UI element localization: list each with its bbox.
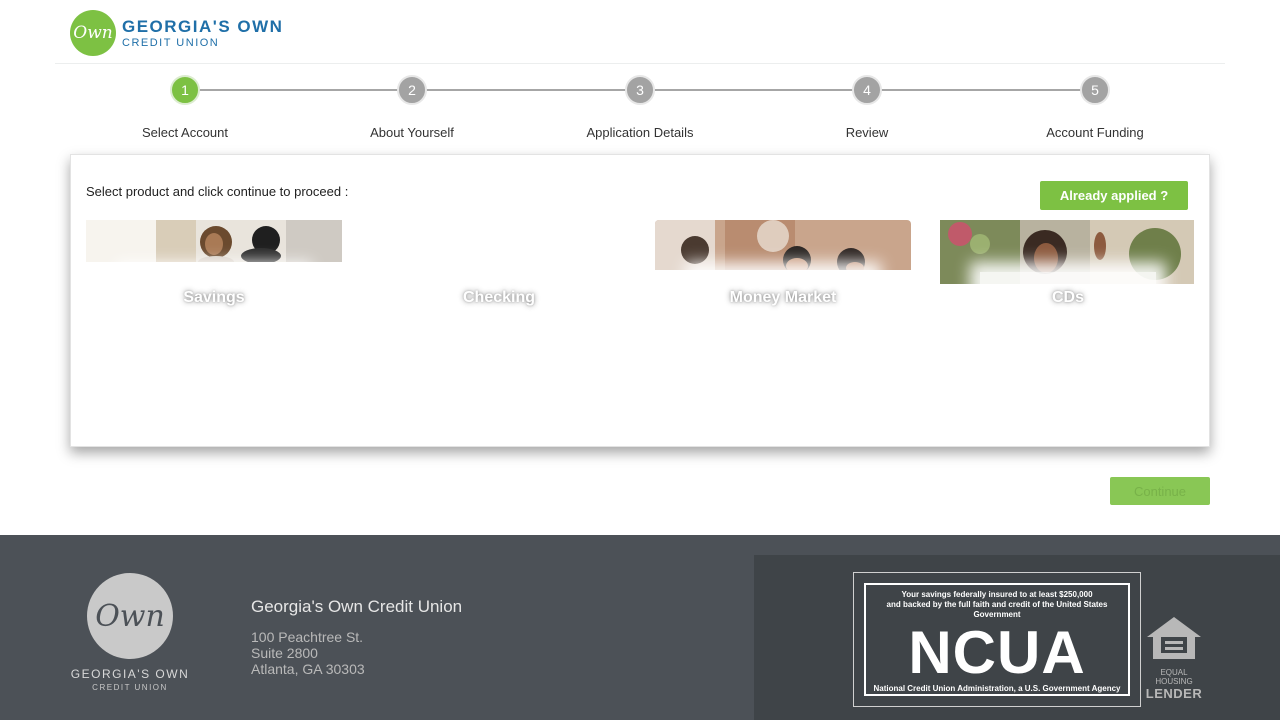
progress-stepper: 1 Select Account 2 About Yourself 3 Appl… — [0, 74, 1280, 144]
product-label: Money Market — [729, 289, 837, 306]
product-label: CDs — [1051, 289, 1084, 306]
already-applied-button[interactable]: Already applied ? — [1040, 181, 1188, 210]
brand-logo[interactable]: Own GEORGIA'S OWN CREDIT UNION — [70, 10, 283, 56]
step-number: 1 — [170, 75, 200, 105]
product-label-wrap: Savings — [126, 272, 302, 324]
footer-insurance-area: Your savings federally insured to at lea… — [754, 555, 1280, 720]
product-label: Savings — [183, 289, 245, 306]
address-line-2: Suite 2800 — [251, 645, 318, 661]
step-application-details: 3 Application Details — [540, 74, 740, 140]
site-header: Own GEORGIA'S OWN CREDIT UNION — [55, 0, 1225, 64]
savings-photo — [86, 220, 342, 262]
step-label: Review — [845, 125, 889, 140]
footer-logo[interactable]: Own GEORGIA'S OWN CREDIT UNION — [70, 573, 190, 692]
ncua-wordmark: NCUA — [908, 619, 1086, 686]
step-number: 4 — [852, 75, 882, 105]
product-label: Checking — [462, 289, 535, 306]
step-number: 3 — [625, 75, 655, 105]
equal-housing-icon — [1147, 617, 1201, 659]
address-line-1: 100 Peachtree St. — [251, 629, 364, 645]
ehl-line-1: EQUAL HOUSING — [1155, 668, 1193, 686]
step-label: About Yourself — [370, 125, 454, 140]
ncua-top-line-1: Your savings federally insured to at lea… — [901, 590, 1093, 599]
step-about-yourself: 2 About Yourself — [312, 74, 512, 140]
logo-mark: Own — [70, 10, 116, 56]
logo-line-2: CREDIT UNION — [122, 36, 220, 49]
step-account-funding: 5 Account Funding — [995, 74, 1195, 140]
instruction-text: Select product and click continue to pro… — [86, 184, 349, 199]
address-line-3: Atlanta, GA 30303 — [251, 661, 365, 677]
product-label-wrap: CDs — [980, 272, 1156, 324]
footer-org-name: Georgia's Own Credit Union — [251, 597, 463, 616]
step-review: 4 Review — [767, 74, 967, 140]
ncua-top-line-2: and backed by the full faith and credit … — [886, 600, 1108, 619]
step-label: Account Funding — [1046, 125, 1144, 140]
product-label-wrap: Money Market — [695, 272, 871, 324]
ncua-bottom-text: National Credit Union Administration, a … — [873, 684, 1121, 693]
step-number: 5 — [1080, 75, 1110, 105]
footer-logo-mark: Own — [87, 573, 173, 659]
logo-line-1: GEORGIA'S OWN — [122, 16, 284, 36]
product-card-money-market[interactable]: Money Market — [655, 220, 911, 328]
equal-housing-lender-badge[interactable]: EQUAL HOUSING LENDER — [1144, 615, 1204, 701]
continue-button[interactable]: Continue — [1110, 477, 1210, 505]
site-footer: Own GEORGIA'S OWN CREDIT UNION Georgia's… — [0, 535, 1280, 720]
ncua-top-text: Your savings federally insured to at lea… — [866, 585, 1128, 620]
money-market-photo — [655, 220, 911, 270]
step-select-account: 1 Select Account — [85, 74, 285, 140]
step-number: 2 — [397, 75, 427, 105]
footer-logo-line-1: GEORGIA'S OWN — [70, 667, 190, 681]
ncua-badge[interactable]: Your savings federally insured to at lea… — [853, 572, 1141, 707]
product-card-checking[interactable]: Checking — [371, 220, 627, 328]
step-label: Application Details — [586, 125, 694, 140]
footer-address: 100 Peachtree St. Suite 2800 Atlanta, GA… — [251, 629, 365, 677]
logo-wordmark: GEORGIA'S OWN CREDIT UNION — [122, 18, 283, 49]
ehl-line-2: LENDER — [1145, 686, 1203, 701]
ncua-badge-inner: Your savings federally insured to at lea… — [864, 583, 1130, 696]
product-card-savings[interactable]: Savings — [86, 220, 342, 328]
product-label-wrap: Checking — [411, 272, 587, 324]
product-card-cds[interactable]: CDs — [940, 220, 1196, 328]
product-selection-panel: Select product and click continue to pro… — [70, 154, 1210, 447]
step-label: Select Account — [142, 125, 228, 140]
footer-logo-line-2: CREDIT UNION — [92, 683, 168, 692]
